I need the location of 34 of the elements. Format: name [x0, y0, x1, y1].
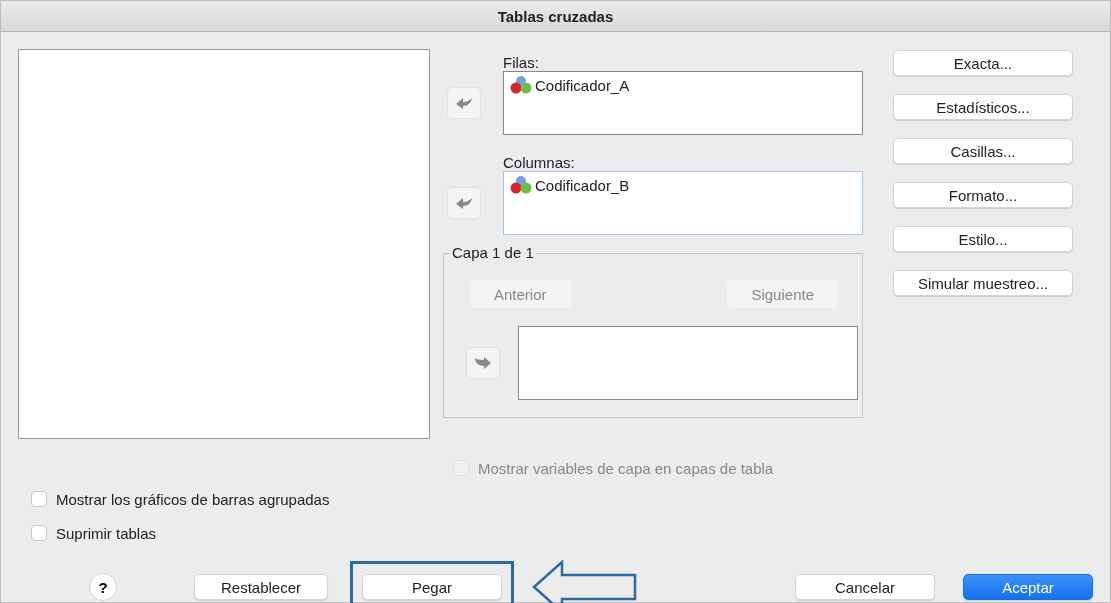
- group-title: Capa 1 de 1: [450, 244, 536, 261]
- hollow-arrow-icon: [532, 560, 637, 603]
- move-button[interactable]: [466, 347, 500, 379]
- three-balls-icon: [510, 75, 532, 95]
- checkbox[interactable]: [31, 491, 47, 507]
- dialog-button[interactable]: Estadísticos...: [893, 94, 1073, 120]
- dialog-button[interactable]: Formato...: [893, 182, 1073, 208]
- dialog-button[interactable]: Estilo...: [893, 226, 1073, 252]
- curved-arrow-icon: [455, 196, 473, 210]
- variable-box[interactable]: Codificador_A: [503, 71, 863, 135]
- paste-button[interactable]: Pegar: [362, 574, 502, 600]
- checkbox-label: Mostrar variables de capa en capas de tabla: [478, 459, 774, 477]
- move-button[interactable]: [447, 187, 481, 219]
- variable-box[interactable]: Codificador_B: [503, 171, 863, 235]
- reset-button[interactable]: Restablecer: [194, 574, 328, 600]
- dialog-button[interactable]: Exacta...: [893, 50, 1073, 76]
- field-label: Filas:: [503, 53, 540, 71]
- variable-item[interactable]: Codificador_B: [535, 176, 630, 194]
- dialog-button[interactable]: Casillas...: [893, 138, 1073, 164]
- window-title: Tablas cruzadas: [1, 1, 1110, 32]
- curved-arrow-icon: [474, 356, 492, 370]
- curved-arrow-icon: [455, 96, 473, 110]
- cancel-button[interactable]: Cancelar: [795, 574, 935, 600]
- ok-button[interactable]: Aceptar: [963, 574, 1093, 600]
- three-balls-icon: [510, 175, 532, 195]
- checkbox-label: Mostrar los gráficos de barras agrupadas: [56, 490, 330, 508]
- field-label: Columnas:: [503, 153, 576, 171]
- variable-item[interactable]: Codificador_A: [535, 76, 630, 94]
- move-button[interactable]: [447, 87, 481, 119]
- dialog-button[interactable]: Simular muestreo...: [893, 270, 1073, 296]
- layer-box[interactable]: [518, 326, 858, 400]
- help-button[interactable]: ?: [89, 573, 117, 601]
- checkbox-label: Suprimir tablas: [56, 524, 157, 542]
- checkbox[interactable]: [31, 525, 47, 541]
